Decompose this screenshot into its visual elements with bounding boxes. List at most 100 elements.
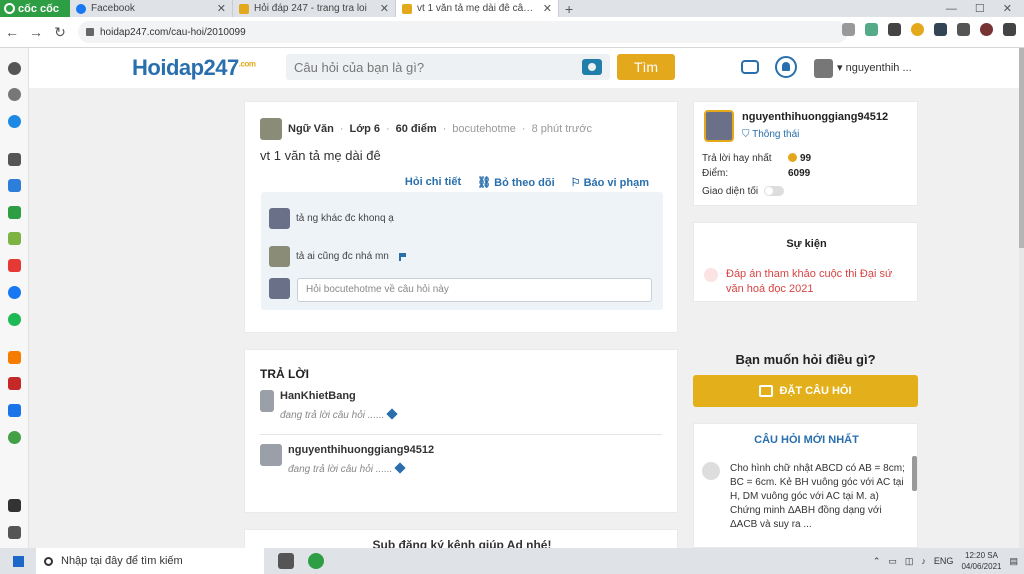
ask-button-label: ĐẶT CÂU HỎI xyxy=(779,385,852,397)
pencil-icon xyxy=(394,462,407,474)
question-grade[interactable]: Lớp 6 xyxy=(350,123,380,135)
search-input[interactable]: Câu hỏi của bạn là gì? xyxy=(286,54,610,80)
maximize-icon[interactable]: ☐ xyxy=(975,2,985,15)
page-scrollbar[interactable] xyxy=(1019,48,1024,548)
unfollow-label: Bỏ theo dõi xyxy=(494,177,555,189)
game-icon[interactable] xyxy=(8,232,21,245)
user-avatar[interactable] xyxy=(814,59,833,78)
user-rank-link[interactable]: ⛉ Thông thái xyxy=(742,129,799,140)
camera-icon[interactable] xyxy=(582,59,602,75)
best-answer-label: Trả lời hay nhất xyxy=(702,153,772,164)
shield-extension-icon[interactable] xyxy=(865,23,878,36)
answerer-avatar[interactable] xyxy=(260,390,274,412)
search-button[interactable]: Tìm xyxy=(617,54,675,80)
youtube-icon[interactable] xyxy=(8,259,21,272)
profile-avatar-icon[interactable] xyxy=(980,23,993,36)
forward-arrow-icon[interactable]: → xyxy=(24,24,48,40)
report-label: Báo vi phạm xyxy=(583,177,649,189)
close-window-icon[interactable]: ✕ xyxy=(1003,2,1012,15)
comment-input[interactable]: Hỏi bocutehotme về câu hỏi này xyxy=(297,278,652,302)
turtle-icon[interactable] xyxy=(8,431,21,444)
system-tray: ⌃ ▭ ◫ ♪ ENG 12:20 SA 04/06/2021 ▤ xyxy=(873,548,1024,574)
user-card-avatar[interactable] xyxy=(704,110,734,142)
chat-icon[interactable] xyxy=(741,60,759,74)
start-button[interactable] xyxy=(0,555,36,567)
tab-hoidap-home[interactable]: Hỏi đáp 247 - trang tra loi ✕ xyxy=(233,0,396,17)
answerer-name[interactable]: nguyenthihuonggiang94512 xyxy=(288,444,434,456)
tab-title: vt 1 văn tả mẹ dài đê câu hỏi xyxy=(417,3,538,14)
settings-gear-icon[interactable] xyxy=(8,62,21,75)
url-text: hoidap247.com/cau-hoi/2010099 xyxy=(100,26,246,38)
report-link[interactable]: ⚐ Báo vi phạm xyxy=(571,176,649,189)
hoidap-favicon-icon xyxy=(402,3,412,14)
action-center-icon[interactable]: ▤ xyxy=(1009,556,1018,567)
ask-detail-link[interactable]: Hỏi chi tiết xyxy=(405,176,461,189)
ask-question-button[interactable]: ĐẶT CÂU HỎI xyxy=(693,375,918,407)
header-username[interactable]: ▾ nguyenthih ... xyxy=(837,61,912,74)
answerer-name[interactable]: HanKhietBang xyxy=(280,390,396,402)
zalo-icon[interactable] xyxy=(8,206,21,219)
messenger-icon[interactable] xyxy=(8,115,21,128)
download-extension-icon[interactable] xyxy=(888,23,901,36)
close-tab-icon[interactable]: ✕ xyxy=(380,2,389,15)
tab-question[interactable]: vt 1 văn tả mẹ dài đê câu hỏi ✕ xyxy=(396,0,559,17)
question-author[interactable]: bocutehotme xyxy=(452,123,516,135)
star-icon[interactable] xyxy=(842,23,855,36)
coccoc-taskbar-icon[interactable] xyxy=(308,553,324,569)
volume-icon[interactable]: ♪ xyxy=(921,556,926,566)
puzzle-icon[interactable] xyxy=(957,23,970,36)
vpn-extension-icon[interactable] xyxy=(934,23,947,36)
spotify-icon[interactable] xyxy=(8,313,21,326)
newest-question-text[interactable]: Cho hình chữ nhật ABCD có AB = 8cm; BC =… xyxy=(730,462,910,532)
task-view-icon[interactable] xyxy=(278,553,294,569)
network-icon[interactable]: ◫ xyxy=(905,556,914,567)
shopping-icon[interactable] xyxy=(8,351,21,364)
event-link[interactable]: Đáp án tham khảo cuộc thi Đại sứ văn hoá… xyxy=(726,267,906,297)
commenter-avatar[interactable] xyxy=(269,208,290,229)
tray-chevron-icon[interactable]: ⌃ xyxy=(873,556,881,567)
events-card: Sự kiện Đáp án tham khảo cuộc thi Đại sứ… xyxy=(693,222,918,302)
site-logo[interactable]: Hoidap247.com xyxy=(132,55,256,81)
vtv-icon[interactable] xyxy=(8,377,21,390)
new-tab-button[interactable]: + xyxy=(559,1,579,17)
history-icon[interactable] xyxy=(8,88,21,101)
back-arrow-icon[interactable]: ← xyxy=(0,24,24,40)
answer-status: đang trả lời câu hỏi ...... xyxy=(288,462,434,475)
close-tab-icon[interactable]: ✕ xyxy=(543,2,552,15)
more-options-icon[interactable] xyxy=(8,526,21,539)
battery-icon[interactable]: ▭ xyxy=(888,556,897,567)
reload-icon[interactable]: ↻ xyxy=(48,24,72,41)
url-field[interactable]: hoidap247.com/cau-hoi/2010099 xyxy=(78,21,848,43)
dark-mode-toggle[interactable] xyxy=(764,186,784,196)
tiki-icon[interactable] xyxy=(8,404,21,417)
minimize-icon[interactable]: — xyxy=(946,3,957,15)
unfollow-link[interactable]: ⛓ Bỏ theo dõi xyxy=(477,176,555,189)
facebook-icon[interactable] xyxy=(8,286,21,299)
close-tab-icon[interactable]: ✕ xyxy=(217,2,226,15)
commenter-avatar[interactable] xyxy=(269,246,290,267)
newest-questions-card: CÂU HỎI MỚI NHẤT Cho hình chữ nhật ABCD … xyxy=(693,423,918,548)
answerer-avatar[interactable] xyxy=(260,444,282,466)
taskbar-search[interactable]: Nhập tại đây để tìm kiếm xyxy=(36,548,264,574)
meta-separator: · xyxy=(385,123,390,135)
notification-bell-icon[interactable] xyxy=(8,499,21,512)
user-card-name[interactable]: nguyenthihuonggiang94512 xyxy=(742,111,888,123)
taskbar-clock[interactable]: 12:20 SA 04/06/2021 xyxy=(961,550,1001,572)
report-flag-icon[interactable] xyxy=(398,252,406,261)
language-indicator[interactable]: ENG xyxy=(934,556,954,566)
author-avatar[interactable] xyxy=(260,118,282,140)
tab-facebook[interactable]: Facebook ✕ xyxy=(70,0,233,17)
notification-bell-icon[interactable] xyxy=(775,56,797,78)
newest-scrollbar[interactable] xyxy=(912,456,917,491)
downloads-icon[interactable] xyxy=(1003,23,1016,36)
answers-divider xyxy=(260,434,662,435)
add-icon[interactable] xyxy=(8,153,21,166)
translate-icon[interactable] xyxy=(8,179,21,192)
browser-brand-button[interactable]: cốc cốc xyxy=(0,0,70,17)
question-subject[interactable]: Ngữ Văn xyxy=(288,123,334,135)
coccoc-extension-icon[interactable] xyxy=(911,23,924,36)
best-answer-count: 99 xyxy=(800,153,812,164)
question-text: vt 1 văn tả mẹ dài đê xyxy=(260,148,381,163)
asker-avatar[interactable] xyxy=(702,462,720,480)
comment-placeholder: Hỏi bocutehotme về câu hỏi này xyxy=(306,284,449,295)
